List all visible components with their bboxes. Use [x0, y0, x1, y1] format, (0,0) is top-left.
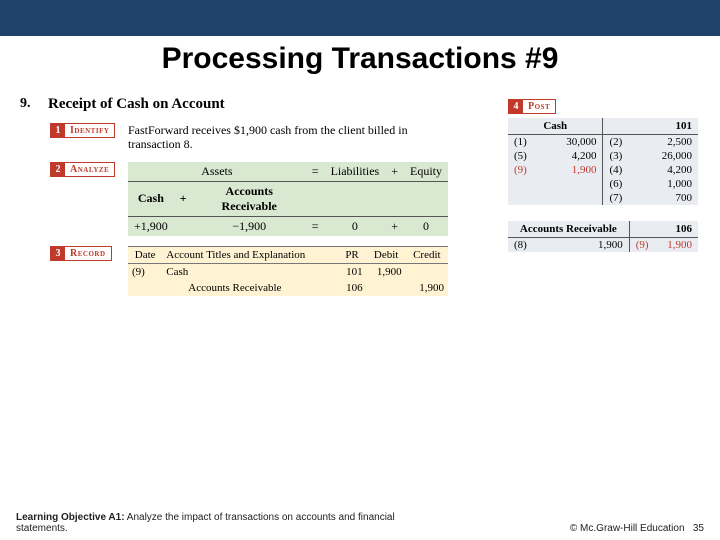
step3-num: 3	[51, 247, 65, 260]
record-row: 3 Record Date Account Titles and Explana…	[20, 246, 700, 296]
identify-row: 1 Identify FastForward receives $1,900 c…	[20, 123, 700, 152]
lo-label: Learning Objective A1:	[16, 512, 125, 523]
step1-label: Identify	[65, 125, 114, 136]
an-h-equity: Equity	[404, 162, 448, 182]
an-s-ar: Accounts Receivable	[193, 181, 306, 216]
step2-label: Analyze	[65, 164, 114, 175]
step4-num: 4	[509, 100, 523, 113]
rec-r2-credit: 1,900	[406, 280, 448, 296]
an-h-plus: +	[385, 162, 404, 182]
analyze-table: Assets = Liabilities + Equity Cash + Acc…	[128, 162, 448, 236]
an-s-plus: +	[174, 181, 193, 216]
step3-label: Record	[65, 248, 111, 259]
an-v-liab: 0	[325, 216, 386, 236]
tx-number: 9.	[20, 96, 31, 112]
an-v-ar: −1,900	[193, 216, 306, 236]
learning-objective: Learning Objective A1: Analyze the impac…	[16, 512, 436, 534]
rec-r2-debit	[367, 280, 406, 296]
footer: Learning Objective A1: Analyze the impac…	[0, 512, 720, 534]
step-tag-analyze: 2 Analyze	[50, 162, 115, 177]
topbar	[0, 0, 720, 36]
rec-r2-pr: 106	[337, 280, 366, 296]
rec-h-pr: PR	[337, 246, 366, 263]
rec-h-date: Date	[128, 246, 162, 263]
rec-r1-acct: Cash	[162, 263, 337, 280]
rec-h-debit: Debit	[367, 246, 406, 263]
rec-r2-date	[128, 280, 162, 296]
an-v-plus: +	[385, 216, 404, 236]
rec-h-credit: Credit	[406, 246, 448, 263]
identify-text: FastForward receives $1,900 cash from th…	[128, 123, 428, 152]
step2-num: 2	[51, 163, 65, 176]
rec-h-titles: Account Titles and Explanation	[162, 246, 337, 263]
an-s-cash: Cash	[128, 181, 174, 216]
an-v-eq: =	[306, 216, 325, 236]
step1-num: 1	[51, 124, 65, 137]
step-tag-identify: 1 Identify	[50, 123, 115, 138]
an-h-assets: Assets	[128, 162, 306, 182]
copyright: © Mc.Graw-Hill Education	[570, 523, 685, 534]
page-number: 35	[693, 523, 704, 534]
footer-right: © Mc.Graw-Hill Education 35	[570, 523, 704, 534]
rec-r1-credit	[406, 263, 448, 280]
rec-r1-debit: 1,900	[367, 263, 406, 280]
step-tag-post: 4 Post	[508, 99, 556, 114]
content: 9. Receipt of Cash on Account 4 Post Cas…	[0, 96, 720, 296]
rec-r1-date: (9)	[128, 263, 162, 280]
an-v-equity: 0	[404, 216, 448, 236]
record-table: Date Account Titles and Explanation PR D…	[128, 246, 448, 296]
an-v-cash: +1,900	[128, 216, 174, 236]
step4-label: Post	[523, 101, 555, 112]
an-h-liab: Liabilities	[325, 162, 386, 182]
an-h-eq: =	[306, 162, 325, 182]
rec-r2-acct: Accounts Receivable	[162, 280, 337, 296]
analyze-row: 2 Analyze Assets = Liabilities + Equity …	[20, 162, 700, 236]
step-tag-record: 3 Record	[50, 246, 112, 261]
rec-r1-pr: 101	[337, 263, 366, 280]
slide-title: Processing Transactions #9	[0, 42, 720, 76]
